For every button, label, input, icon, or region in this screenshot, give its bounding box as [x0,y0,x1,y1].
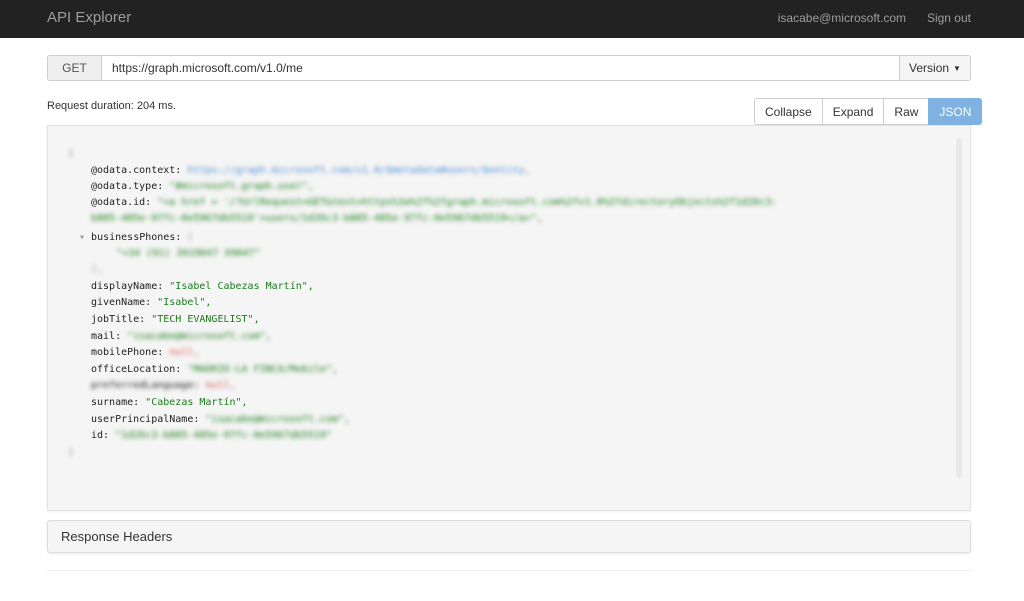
json-string-value: "isacabe@microsoft.com", [127,331,272,342]
json-key: userPrincipalName: [91,414,200,425]
user-email: isacabe@microsoft.com [777,11,906,25]
request-duration: Request duration: 204 ms. [47,100,177,112]
json-line: jobTitle: "TECH EVANGELIST", [91,312,260,328]
json-line: displayName: "Isabel Cabezas Martín", [91,279,314,295]
json-string-continuation: b885-485e-97fc-0e5967db5519'>users/1d26c… [91,213,543,224]
json-line: preferredLanguage: null, [91,378,236,394]
json-null-value: null, [205,380,236,391]
json-key: officeLocation: [91,364,182,375]
json-key: jobTitle: [91,314,146,325]
json-key: mobilePhone: [91,347,164,358]
json-string-value: "#microsoft.graph.user", [169,181,314,192]
json-bracket-close: ], [91,264,104,275]
json-array-item: "+34 (91) 3919047 X9047" [116,248,261,259]
json-line: ▾ businessPhones: [ [79,230,193,246]
json-line: @odata.id: "<a href = '/?UrlRequest=GET&… [91,195,777,211]
json-null-value: null, [169,347,200,358]
json-string-value: "Cabezas Martín", [145,397,248,408]
json-key: @odata.id: [91,197,152,208]
json-open-brace: { [68,148,75,159]
json-key: @odata.context: [91,165,182,176]
response-headers-panel[interactable]: Response Headers [47,520,971,553]
json-string-value: "isacabe@microsoft.com", [205,414,350,425]
json-key: displayName: [91,281,164,292]
tab-collapse[interactable]: Collapse [754,98,823,125]
scrollbar[interactable] [956,138,962,478]
json-line: officeLocation: "MADRID-LA FINCA/Mobile"… [91,362,338,378]
json-bracket: [ [187,232,194,243]
json-line: mobilePhone: null, [91,345,199,361]
json-line: givenName: "Isabel", [91,295,211,311]
tab-raw[interactable]: Raw [883,98,930,125]
top-navbar: API Explorer isacabe@microsoft.com Sign … [0,0,1024,38]
json-key: businessPhones: [91,232,182,243]
json-response-panel[interactable]: { @odata.context: https://graph.microsof… [47,125,971,511]
json-key: id: [91,430,110,441]
json-string-value: "Isabel Cabezas Martín", [169,281,314,292]
view-mode-tabs: Collapse Expand Raw JSON [754,98,983,125]
tab-json[interactable]: JSON [928,98,983,125]
url-input[interactable] [102,56,899,80]
json-string-value: "TECH EVANGELIST", [151,314,260,325]
json-key: surname: [91,397,140,408]
json-line: surname: "Cabezas Martín", [91,395,248,411]
tab-expand[interactable]: Expand [821,98,885,125]
json-line: mail: "isacabe@microsoft.com", [91,329,272,345]
json-line: @odata.context: https://graph.microsoft.… [91,163,531,179]
json-close-brace: } [68,447,75,458]
json-key: preferredLanguage: [91,380,200,391]
response-headers-label: Response Headers [61,529,173,544]
json-string-value: "MADRID-LA FINCA/Mobile", [187,364,338,375]
divider [47,570,971,571]
version-dropdown[interactable]: Version ▼ [899,56,970,80]
caret-down-icon: ▼ [953,63,961,73]
json-key: mail: [91,331,122,342]
request-bar: GET Version ▼ [47,55,971,81]
collapse-toggle-icon[interactable]: ▾ [79,232,91,243]
http-method-button[interactable]: GET [48,56,102,80]
json-line: id: "1d26c3-b885-485e-97fc-0e5967db5519" [91,428,332,444]
json-link-value[interactable]: https://graph.microsoft.com/v1.0/$metada… [187,165,530,176]
json-string-value: "1d26c3-b885-485e-97fc-0e5967db5519" [115,430,332,441]
json-key: @odata.type: [91,181,164,192]
json-key: givenName: [91,297,152,308]
sign-out-link[interactable]: Sign out [927,11,971,25]
app-title[interactable]: API Explorer [47,9,131,26]
json-string-value: "Isabel", [157,297,212,308]
json-line: @odata.type: "#microsoft.graph.user", [91,179,314,195]
version-label: Version [909,61,950,75]
json-line: userPrincipalName: "isacabe@microsoft.co… [91,412,350,428]
json-string-value[interactable]: "<a href = '/?UrlRequest=GET&text=https%… [157,197,777,208]
